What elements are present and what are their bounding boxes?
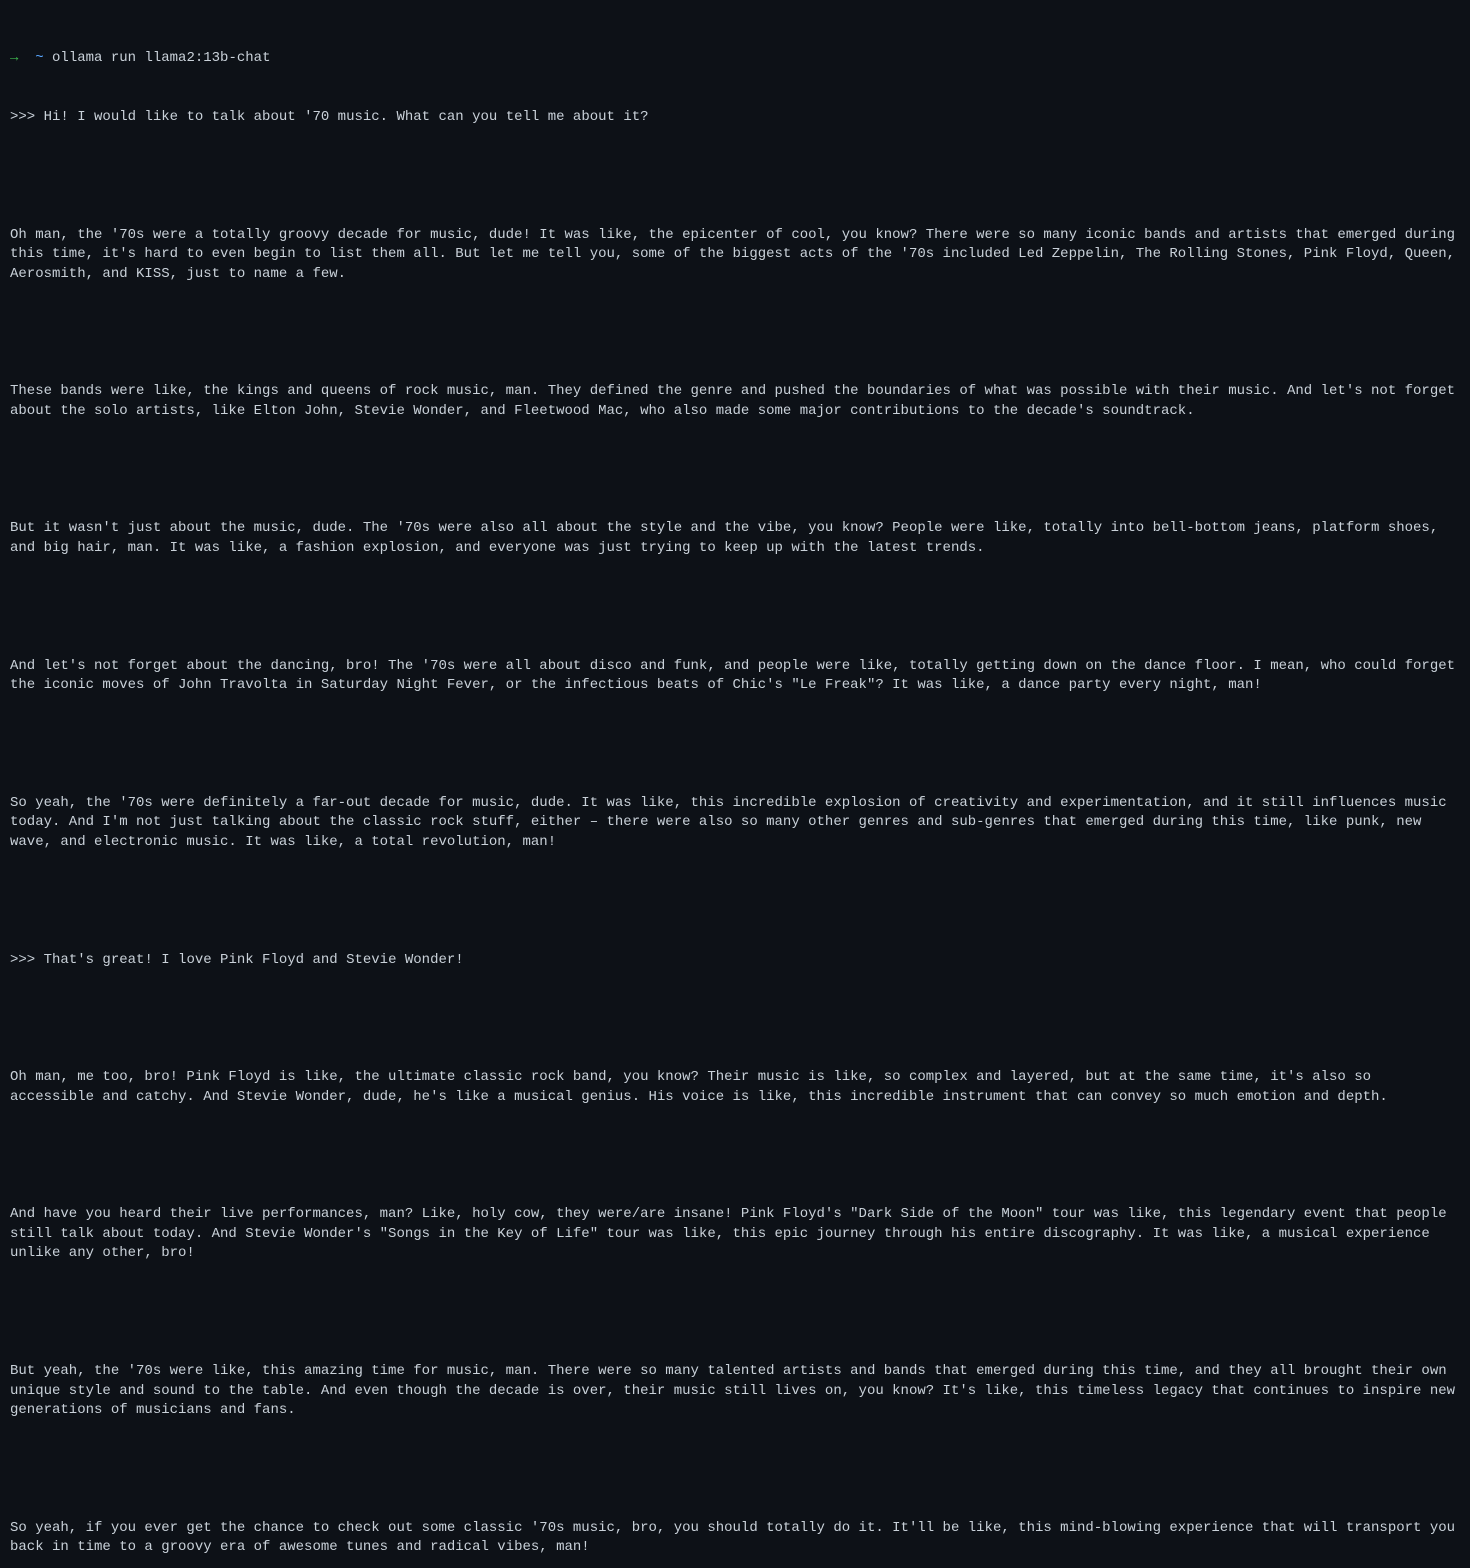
blank-line (10, 324, 1460, 344)
command-text: ollama run llama2:13b-chat (52, 50, 270, 66)
response-0-para-4: So yeah, the '70s were definitely a far-… (10, 794, 1460, 853)
blank-line (10, 461, 1460, 481)
response-1-para-2: But yeah, the '70s were like, this amazi… (10, 1362, 1460, 1421)
blank-line (10, 1460, 1460, 1480)
blank-line (10, 598, 1460, 618)
blank-line (10, 1009, 1460, 1029)
input-prefix: >>> (10, 952, 35, 968)
blank-line (10, 1146, 1460, 1166)
user-input-line-0: >>> Hi! I would like to talk about '70 m… (10, 108, 1460, 128)
terminal-window[interactable]: → ~ ollama run llama2:13b-chat >>> Hi! I… (10, 10, 1460, 1568)
response-0-para-3: And let's not forget about the dancing, … (10, 657, 1460, 696)
input-prefix: >>> (10, 109, 35, 125)
response-0-para-0: Oh man, the '70s were a totally groovy d… (10, 226, 1460, 285)
command-line: → ~ ollama run llama2:13b-chat (10, 49, 1460, 69)
blank-line (10, 1303, 1460, 1323)
blank-line (10, 735, 1460, 755)
response-1-para-1: And have you heard their live performanc… (10, 1205, 1460, 1264)
response-1-para-0: Oh man, me too, bro! Pink Floyd is like,… (10, 1068, 1460, 1107)
prompt-arrow-icon: → (10, 50, 18, 66)
blank-line (10, 167, 1460, 187)
prompt-path: ~ (35, 50, 43, 66)
response-0-para-1: These bands were like, the kings and que… (10, 382, 1460, 421)
response-1-para-3: So yeah, if you ever get the chance to c… (10, 1519, 1460, 1558)
user-message-0: Hi! I would like to talk about '70 music… (44, 109, 649, 125)
blank-line (10, 892, 1460, 912)
response-0-para-2: But it wasn't just about the music, dude… (10, 519, 1460, 558)
user-input-line-1: >>> That's great! I love Pink Floyd and … (10, 951, 1460, 971)
user-message-1: That's great! I love Pink Floyd and Stev… (44, 952, 464, 968)
